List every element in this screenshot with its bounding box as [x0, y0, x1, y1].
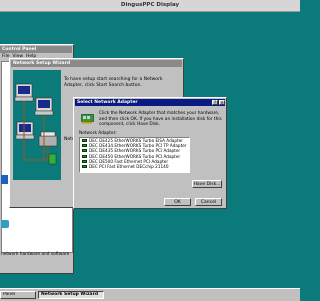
adapter-list-label: Network Adapter: [79, 131, 117, 136]
network-card-svg [81, 114, 94, 124]
taskbar-item-control-panel[interactable]: Panel [0, 291, 36, 299]
control-panel-titlebar[interactable]: Control Panel [0, 46, 72, 53]
network-card-icon [82, 144, 87, 148]
network-card-icon [82, 164, 87, 168]
dialog-help-button[interactable]: ? [212, 100, 218, 105]
control-panel-title: Control Panel [2, 47, 37, 52]
wizard-illustration [13, 70, 61, 180]
dialog-instructions: Click the Network Adapter that matches y… [99, 111, 222, 127]
network-card-icon [82, 159, 87, 163]
control-panel-icon-blue [1, 175, 8, 184]
select-network-adapter-dialog: Select Network Adapter ? × Click the Net… [73, 97, 227, 209]
adapter-listbox[interactable]: DEC DE425 EtherWORKS Turbo EISA Adapter … [79, 137, 190, 173]
dialog-close-button[interactable]: × [219, 100, 225, 105]
network-card-icon [82, 139, 87, 142]
dialog-titlebar[interactable]: Select Network Adapter [75, 99, 225, 106]
taskbar: Panel Network Setup Wizard [0, 288, 300, 301]
wizard-titlebar[interactable]: Network Setup Wizard [11, 60, 182, 67]
cancel-button[interactable]: Cancel [195, 198, 222, 206]
adapter-item[interactable]: DEC PCI Fast Ethernet DECchip 21140 [80, 164, 189, 169]
wizard-title: Network Setup Wizard [13, 61, 71, 66]
have-disk-button[interactable]: Have Disk... [192, 180, 222, 188]
ok-button[interactable]: OK [164, 198, 191, 206]
control-panel-icon-cyan [1, 220, 9, 228]
wizard-intro-text: To have setup start searching for a Netw… [64, 77, 163, 88]
network-card-icon [81, 114, 95, 126]
adapter-item-label: DEC PCI Fast Ethernet DECchip 21140 [89, 163, 169, 169]
taskbar-item-network-setup-wizard[interactable]: Network Setup Wizard [38, 291, 104, 299]
host-window-title: DingusPPC Display [0, 0, 300, 12]
dialog-title: Select Network Adapter [77, 100, 138, 105]
network-card-icon [82, 154, 87, 158]
control-panel-status: network hardware and software [1, 252, 70, 257]
network-card-icon [82, 149, 87, 153]
network-computers-illustration [13, 70, 61, 180]
